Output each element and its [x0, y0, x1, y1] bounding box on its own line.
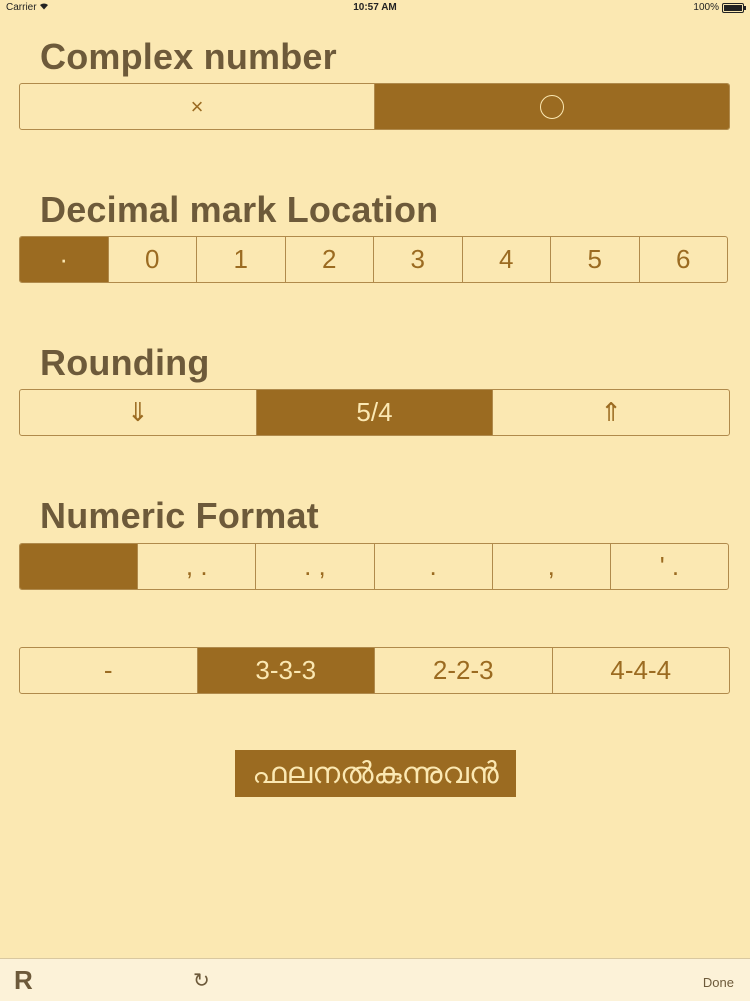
decimal-mark-segmented-control: · 0 1 2 3 4 5 6: [19, 236, 728, 283]
separator-option-apostrophe-dot[interactable]: ' .: [609, 544, 728, 589]
separator-option-comma[interactable]: ,: [491, 544, 610, 589]
decimal-mark-option-2[interactable]: 2: [284, 237, 374, 282]
rounding-option-down[interactable]: ⇓: [20, 390, 256, 435]
decimal-mark-option-dot[interactable]: ·: [20, 237, 108, 282]
circle-icon: [540, 94, 564, 119]
double-arrow-down-icon: ⇓: [126, 397, 149, 427]
malayalam-action-button[interactable]: ഫലനൽകുന്നുവൻ: [235, 750, 516, 797]
decimal-mark-option-1[interactable]: 1: [196, 237, 285, 282]
complex-number-title: Complex number: [40, 36, 337, 77]
status-bar: Carrier 10:57 AM 100%: [0, 0, 750, 16]
complex-number-option-circle[interactable]: [374, 84, 729, 129]
double-arrow-up-icon: ⇑: [600, 397, 623, 427]
grouping-option-none[interactable]: -: [20, 648, 197, 693]
complex-number-segmented-control: ×: [19, 83, 730, 130]
separator-option-dot[interactable]: .: [373, 544, 492, 589]
refresh-icon[interactable]: ↻: [193, 968, 210, 993]
rounding-option-up[interactable]: ⇑: [492, 390, 729, 435]
decimal-mark-option-5[interactable]: 5: [550, 237, 639, 282]
decimal-mark-option-6[interactable]: 6: [638, 237, 728, 282]
bottom-toolbar: R ↻ Done: [0, 958, 750, 1001]
separator-option-comma-dot[interactable]: , .: [137, 544, 255, 589]
grouping-segmented-control: - 3-3-3 2-2-3 4-4-4: [19, 647, 730, 694]
done-button[interactable]: Done: [703, 975, 734, 990]
separator-option-dot-comma[interactable]: . ,: [255, 544, 373, 589]
complex-number-option-multiply[interactable]: ×: [20, 84, 374, 129]
separator-segmented-control: , . . , . , ' .: [19, 543, 729, 590]
numeric-format-title: Numeric Format: [40, 495, 319, 536]
separator-option-none[interactable]: [20, 544, 138, 589]
battery-icon: [722, 2, 746, 13]
battery-indicator: 100%: [693, 2, 746, 13]
grouping-option-4-4-4[interactable]: 4-4-4: [551, 648, 730, 693]
rounding-option-half[interactable]: 5/4: [255, 390, 493, 435]
status-time: 10:57 AM: [353, 2, 397, 13]
grouping-option-3-3-3[interactable]: 3-3-3: [196, 648, 374, 693]
decimal-mark-option-0[interactable]: 0: [107, 237, 197, 282]
decimal-mark-option-3[interactable]: 3: [373, 237, 462, 282]
decimal-mark-title: Decimal mark Location: [40, 189, 439, 230]
rounding-title: Rounding: [40, 342, 210, 383]
app-logo[interactable]: R: [14, 965, 33, 996]
decimal-mark-option-4[interactable]: 4: [461, 237, 551, 282]
grouping-option-2-2-3[interactable]: 2-2-3: [374, 648, 552, 693]
rounding-segmented-control: ⇓ 5/4 ⇑: [19, 389, 730, 436]
